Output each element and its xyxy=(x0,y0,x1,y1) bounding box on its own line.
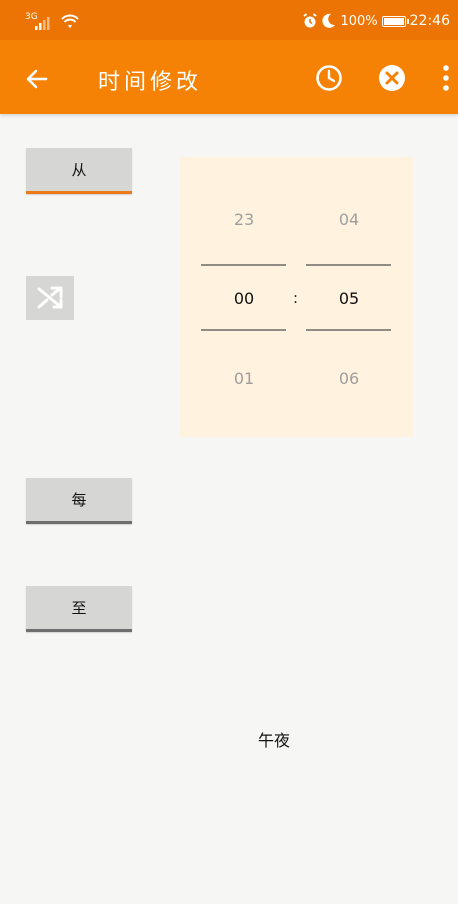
battery-percent: 100% xyxy=(340,13,378,29)
to-button-label: 至 xyxy=(71,599,87,617)
time-summary-text: 午夜 xyxy=(258,731,291,750)
clock-icon[interactable] xyxy=(313,62,345,94)
battery-icon xyxy=(381,15,409,27)
app-bar: 时间修改 xyxy=(0,40,458,114)
every-button[interactable]: 每 xyxy=(26,478,132,524)
hour-next[interactable]: 01 xyxy=(201,369,287,388)
hour-divider-bottom xyxy=(201,329,286,331)
signal-icon xyxy=(35,17,50,30)
minute-current[interactable]: 05 xyxy=(306,289,392,308)
minute-divider-bottom xyxy=(306,329,391,331)
to-button[interactable]: 至 xyxy=(26,586,132,632)
arrow-left-icon[interactable] xyxy=(22,64,52,94)
wifi-icon xyxy=(61,14,79,28)
minute-prev[interactable]: 04 xyxy=(306,210,392,229)
hour-divider-top xyxy=(201,264,286,266)
status-right: 100% 22:46 xyxy=(302,12,450,30)
minute-next[interactable]: 06 xyxy=(306,369,392,388)
cancel-circle-icon[interactable] xyxy=(376,62,408,94)
hour-current[interactable]: 00 xyxy=(201,289,287,308)
shuffle-icon xyxy=(37,286,63,309)
time-picker[interactable]: 23 04 00 : 05 01 06 xyxy=(180,157,413,437)
status-bar: 3G 100% 22:46 xyxy=(0,0,458,40)
shuffle-button[interactable] xyxy=(26,276,74,320)
page-title: 时间修改 xyxy=(98,70,203,95)
from-button-label: 从 xyxy=(71,161,87,179)
from-button[interactable]: 从 xyxy=(26,148,132,194)
alarm-icon xyxy=(303,13,318,28)
clock-time: 22:46 xyxy=(409,13,450,29)
every-button-label: 每 xyxy=(71,491,87,509)
minute-divider-top xyxy=(306,264,391,266)
moon-icon xyxy=(322,13,336,28)
hour-prev[interactable]: 23 xyxy=(201,210,287,229)
more-vert-icon[interactable] xyxy=(440,64,452,92)
time-separator: : xyxy=(293,289,299,307)
